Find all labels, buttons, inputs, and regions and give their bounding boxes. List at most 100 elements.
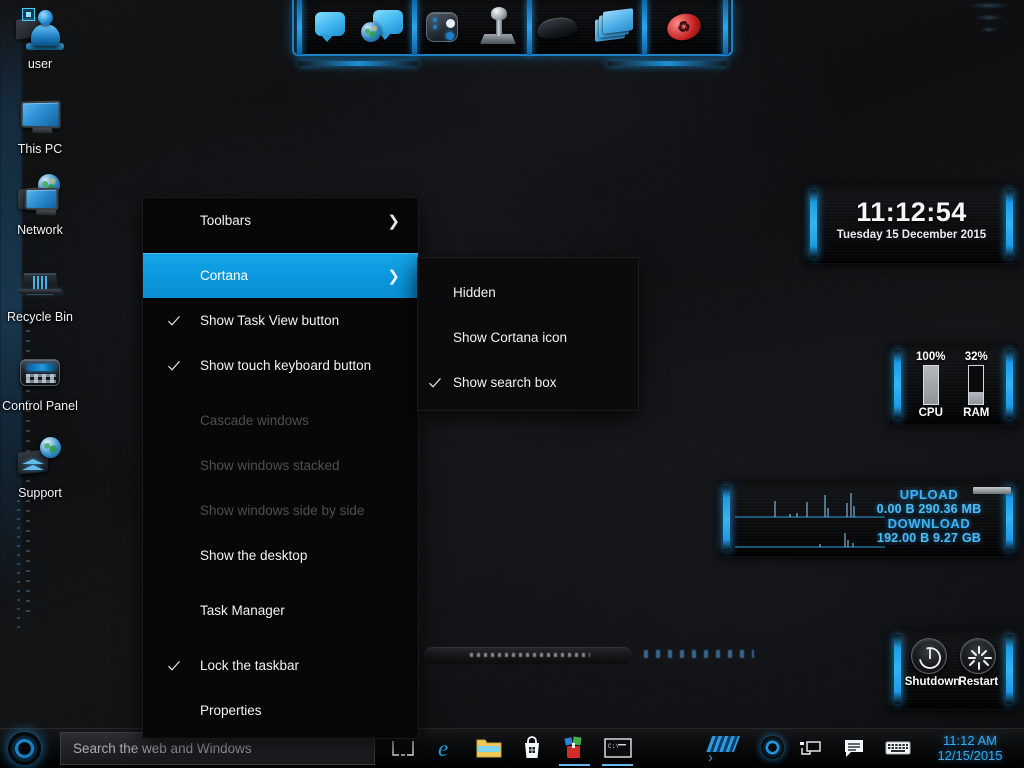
- taskbar-buttons: e C:\: [381, 728, 639, 768]
- dock-group-recycle: ♻: [648, 0, 722, 55]
- desktop-icon-network[interactable]: Network: [0, 172, 80, 237]
- tray-action-center-icon[interactable]: [832, 728, 876, 768]
- menu-item-lock-the-taskbar[interactable]: Lock the taskbar: [143, 643, 418, 688]
- menu-item-toolbars[interactable]: Toolbars ❯: [143, 198, 418, 243]
- checkmark-icon: [167, 659, 181, 673]
- desktop-icon-control-panel[interactable]: Control Panel: [0, 348, 80, 413]
- tray-clock-time: 11:12 AM: [943, 733, 997, 748]
- desktop-icon-user[interactable]: user: [0, 6, 80, 71]
- recycle-red-icon[interactable]: ♻: [659, 4, 711, 50]
- cpu-gauge: 100% CPU: [909, 351, 953, 419]
- menu-item-label: Cortana: [200, 268, 249, 283]
- menu-item-task-manager[interactable]: Task Manager: [143, 588, 418, 633]
- shutdown-button[interactable]: Shutdown: [904, 638, 961, 688]
- tray-clock-date: 12/15/2015: [937, 748, 1003, 763]
- submenu-item-hidden[interactable]: Hidden: [418, 270, 638, 315]
- menu-item-show-the-desktop[interactable]: Show the desktop: [143, 533, 418, 578]
- cpu-label: CPU: [918, 407, 943, 419]
- app-icon: [563, 736, 582, 758]
- tray-keyboard-icon[interactable]: [876, 728, 920, 768]
- start-button[interactable]: [0, 728, 58, 768]
- menu-item-label: Show Task View button: [200, 313, 340, 328]
- menu-item-label: Hidden: [453, 285, 496, 300]
- checkmark-icon: [167, 359, 181, 373]
- menu-item-label: Show the desktop: [200, 548, 308, 563]
- widget-edge-left: [723, 486, 730, 551]
- menu-separator: [143, 578, 418, 588]
- desktop-icon-recycle-bin[interactable]: Recycle Bin: [0, 259, 80, 324]
- dock-separator: [297, 0, 302, 55]
- taskbar-button-edge[interactable]: e: [424, 728, 467, 768]
- menu-item-show-touch-keyboard-button[interactable]: Show touch keyboard button: [143, 343, 418, 388]
- desktop-icon-label: This PC: [17, 142, 63, 156]
- dock-separator: [642, 0, 647, 55]
- upload-total: 290.36 MB: [918, 502, 982, 516]
- power-widget: Shutdown Restart: [889, 629, 1018, 710]
- cpu-bar: [922, 365, 939, 405]
- download-label: DOWNLOAD: [887, 516, 971, 531]
- menu-item-label: Show touch keyboard button: [200, 358, 372, 373]
- dock-foot-glow: [298, 57, 727, 70]
- menu-separator: [143, 243, 418, 253]
- selection-marker: [22, 8, 35, 21]
- taskbar-context-menu: Toolbars ❯ Cortana ❯ Show Task View butt…: [143, 198, 418, 738]
- menu-item-properties[interactable]: Properties: [143, 688, 418, 733]
- desktop-icon-this-pc[interactable]: This PC: [0, 91, 80, 156]
- desktop-icon-support[interactable]: Support: [0, 435, 80, 500]
- dock-frame: ♻: [292, 0, 733, 56]
- ram-label: RAM: [963, 407, 990, 419]
- tray-show-hidden-icons-button[interactable]: [700, 728, 758, 768]
- menu-item-label: Cascade windows: [200, 413, 309, 428]
- desktop-icon-list: user This PC Network Recycle Bin Control…: [0, 4, 80, 514]
- dock-separator: [412, 0, 417, 55]
- tray-orb-icon[interactable]: [758, 728, 788, 768]
- gamepad-icon[interactable]: [418, 4, 470, 50]
- dock-separator: [723, 0, 728, 55]
- taskbar-button-store[interactable]: [510, 728, 553, 768]
- mouse-icon[interactable]: [533, 4, 585, 50]
- user-account-icon: [16, 6, 64, 54]
- wallpaper-bar-decoration: [424, 647, 632, 664]
- menu-item-cortana[interactable]: Cortana ❯: [143, 253, 418, 298]
- chat-bubble-icon[interactable]: [303, 4, 355, 50]
- download-total: 9.27 GB: [933, 531, 981, 545]
- taskbar-button-file-explorer[interactable]: [467, 728, 510, 768]
- tray-network-icon[interactable]: [788, 728, 832, 768]
- download-values: 192.00 B 9.27 GB: [855, 531, 1003, 545]
- clock-widget: 11:12:54 Tuesday 15 December 2015: [805, 184, 1018, 264]
- keyboard-icon: [885, 741, 911, 755]
- menu-item-label: Show windows side by side: [200, 503, 365, 518]
- ram-percent-label: 32%: [964, 351, 988, 363]
- chat-globe-icon[interactable]: [359, 4, 411, 50]
- menu-item-label: Show search box: [453, 375, 557, 390]
- desktop-icon-label: Control Panel: [2, 399, 78, 413]
- taskbar-button-pinned-app[interactable]: [553, 728, 596, 768]
- tray-clock[interactable]: 11:12 AM 12/15/2015: [920, 733, 1024, 763]
- gauge-list: 100% CPU 32% RAM: [908, 351, 999, 419]
- menu-item-show-windows-side-by-side: Show windows side by side: [143, 488, 418, 533]
- menu-item-label: Toolbars: [200, 213, 252, 228]
- cpu-percent-label: 100%: [916, 351, 946, 363]
- menu-item-label: Show Cortana icon: [453, 330, 568, 345]
- restart-label: Restart: [958, 676, 999, 688]
- upload-label: UPLOAD: [899, 487, 959, 502]
- widget-edge-right: [1006, 486, 1013, 551]
- submenu-item-show-search-box[interactable]: Show search box: [418, 360, 638, 405]
- menu-separator: [143, 633, 418, 643]
- submenu-item-show-cortana-icon[interactable]: Show Cortana icon: [418, 315, 638, 360]
- ram-bar: [968, 365, 985, 405]
- chevron-right-icon: ❯: [387, 267, 400, 285]
- taskbar-button-console[interactable]: C:\: [596, 728, 639, 768]
- search-placeholder: Search the web and Windows: [73, 740, 252, 756]
- dock-separator: [527, 0, 532, 55]
- widget-edge-left: [894, 350, 901, 419]
- recycle-bin-icon: [16, 259, 64, 307]
- network-readouts: UPLOAD 0.00 B 290.36 MB DOWNLOAD 192.00 …: [855, 487, 1003, 545]
- shutdown-label: Shutdown: [904, 676, 961, 688]
- restart-button[interactable]: Restart: [954, 638, 1002, 688]
- menu-item-show-task-view-button[interactable]: Show Task View button: [143, 298, 418, 343]
- edge-icon: e: [438, 736, 448, 761]
- network-icon: [16, 172, 64, 220]
- joystick-icon[interactable]: [474, 4, 526, 50]
- folders-icon[interactable]: [589, 4, 641, 50]
